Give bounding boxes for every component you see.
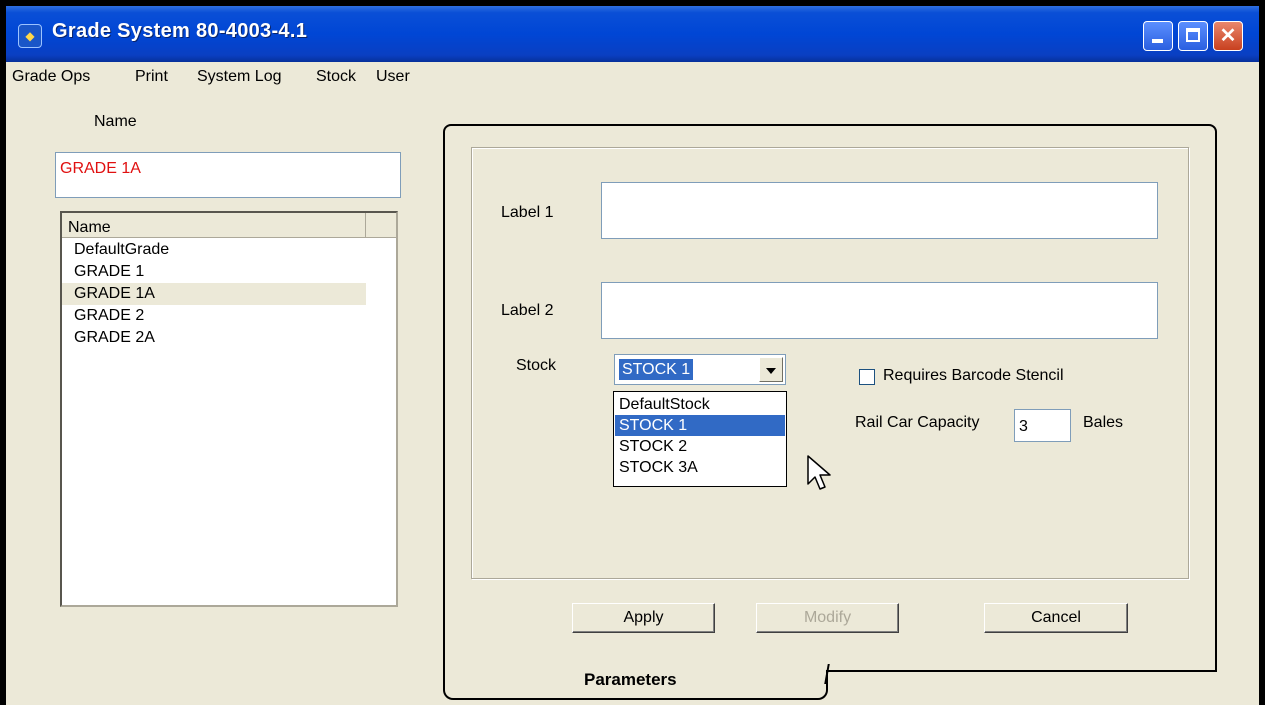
stock-selected-value: STOCK 1 [619,359,694,380]
label2-field[interactable] [601,282,1158,339]
list-item[interactable]: DefaultGrade [62,239,366,261]
grade-list-header: Name [62,213,396,238]
stock-select[interactable]: STOCK 1 [614,354,786,385]
tab-parameters-label: Parameters [584,670,677,689]
close-button[interactable]: ✕ [1213,21,1243,51]
title-bar[interactable]: ◆ Grade System 80-4003-4.1 ✕ [6,6,1259,62]
stock-dropdown-list: DefaultStock STOCK 1 STOCK 2 STOCK 3A [613,391,787,487]
cancel-button[interactable]: Cancel [984,603,1128,633]
menu-user[interactable]: User [376,68,410,86]
column-header-blank[interactable] [366,213,396,237]
list-item-selected[interactable]: GRADE 1A [62,283,366,305]
stock-option-highlighted[interactable]: STOCK 1 [615,415,785,436]
column-header-name[interactable]: Name [62,213,366,237]
name-label: Name [94,113,137,130]
close-icon: ✕ [1219,25,1237,47]
label1-field[interactable] [601,182,1158,239]
minimize-button[interactable] [1143,21,1173,51]
stock-caption: Stock [516,357,557,374]
requires-barcode-label: Requires Barcode Stencil [883,367,1064,384]
chevron-down-icon [766,368,776,374]
minimize-icon [1152,39,1163,43]
stock-dropdown-button[interactable] [759,357,783,382]
menu-grade-ops[interactable]: Grade Ops [12,68,90,86]
list-item[interactable]: GRADE 1 [62,261,366,283]
menu-bar: Grade Ops Print System Log Stock User [6,62,1259,90]
menu-print[interactable]: Print [135,68,168,86]
label2-caption: Label 2 [501,302,554,319]
app-window: ◆ Grade System 80-4003-4.1 ✕ Grade Ops P… [6,6,1259,705]
bales-label: Bales [1083,414,1124,431]
grade-list[interactable]: Name DefaultGrade GRADE 1 GRADE 1A GRADE… [60,211,398,607]
maximize-button[interactable] [1178,21,1208,51]
maximize-icon [1186,28,1200,42]
requires-barcode-checkbox[interactable] [859,369,875,385]
tab-edge-line [826,670,1217,672]
menu-system-log[interactable]: System Log [197,68,281,86]
stock-option[interactable]: STOCK 2 [615,436,785,457]
grade-name-field[interactable]: GRADE 1A [55,152,401,198]
modify-button[interactable]: Modify [756,603,899,633]
menu-stock[interactable]: Stock [316,68,356,86]
window-title: Grade System 80-4003-4.1 [52,20,308,42]
app-logo-icon: ◆ [18,24,42,48]
rail-car-capacity-field[interactable]: 3 [1014,409,1071,442]
apply-button[interactable]: Apply [572,603,715,633]
list-item[interactable]: GRADE 2 [62,305,366,327]
rail-car-capacity-label: Rail Car Capacity [855,414,980,431]
list-item[interactable]: GRADE 2A [62,327,366,349]
stock-option[interactable]: DefaultStock [615,394,785,415]
mouse-pointer-icon [807,455,831,490]
label1-caption: Label 1 [501,204,554,221]
stock-option[interactable]: STOCK 3A [615,457,785,478]
